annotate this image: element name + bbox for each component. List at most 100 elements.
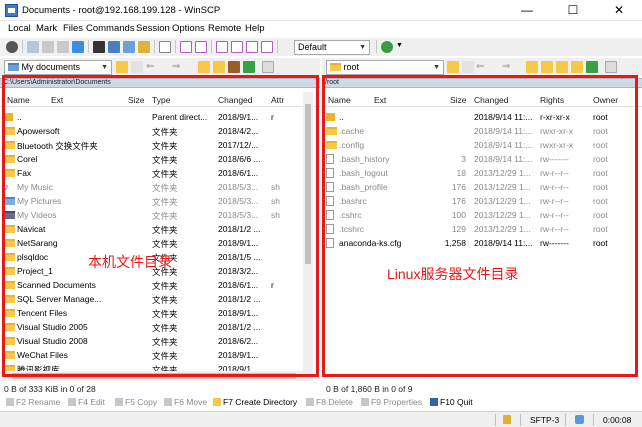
edit-button[interactable]: F4 Edit [68,397,105,407]
right-location-value: root [343,62,360,72]
unselect-files-icon[interactable] [195,41,207,53]
right-panel-toolbar: root ▼ ⇐ ⇒ [322,58,642,76]
view-icon[interactable] [159,41,171,53]
invert-selection-icon[interactable] [231,41,243,53]
home-icon[interactable] [228,61,240,73]
copy-icon [115,398,123,406]
back-icon[interactable]: ⇐ [146,61,154,72]
menu-help[interactable]: Help [245,23,265,34]
menu-commands[interactable]: Commands [86,23,135,34]
terminal-icon[interactable] [93,41,105,53]
connection-icon [575,415,584,424]
protocol-indicator: SFTP-3 [530,415,560,425]
home-icon[interactable] [556,61,568,73]
find-files-icon[interactable] [262,61,274,73]
session-icon[interactable] [123,41,135,53]
winscp-app-icon [5,4,18,17]
forward-icon[interactable]: ⇒ [502,61,510,72]
minimize-button[interactable]: — [504,0,550,21]
remote-annotation-frame [322,75,638,377]
function-key-bar: F2 Rename F4 Edit F5 Copy F6 Move F7 Cre… [0,396,642,410]
window-title: Documents - root@192.168.199.128 - WinSC… [22,5,221,16]
parent-directory-icon[interactable] [526,61,538,73]
menu-files[interactable]: Files [63,23,83,34]
select-all-icon[interactable] [246,41,258,53]
left-panel-status: 0 B of 333 KiB in 0 of 28 [4,384,96,394]
status-bar: SFTP-3 0:00:08 [0,411,642,427]
refresh-icon[interactable] [586,61,598,73]
filter-icon[interactable] [216,41,228,53]
rename-button[interactable]: F2 Rename [6,397,60,407]
move-button[interactable]: F6 Move [164,397,207,407]
open-directory-icon[interactable] [447,61,459,73]
chevron-down-icon[interactable]: ▼ [396,42,403,49]
title-bar: Documents - root@192.168.199.128 - WinSC… [0,0,642,21]
preferences-icon[interactable] [138,41,150,53]
gear-icon[interactable] [6,41,18,53]
left-location-dropdown[interactable]: My documents ▼ [4,60,112,75]
chevron-down-icon: ▼ [101,64,108,71]
edit-icon [68,398,76,406]
status-divider [520,414,521,426]
menu-mark[interactable]: Mark [36,23,57,34]
forward-icon[interactable]: ⇒ [172,61,180,72]
delete-icon [306,398,314,406]
status-divider [495,414,496,426]
filter-icon[interactable] [462,61,474,73]
refresh-icon[interactable] [243,61,255,73]
root-directory-icon[interactable] [541,61,553,73]
quit-button[interactable]: F10 Quit [430,397,473,407]
parent-directory-icon[interactable] [198,61,210,73]
move-icon [164,398,172,406]
left-location-value: My documents [21,62,81,72]
toolbar-separator [154,40,155,53]
create-directory-button[interactable]: F7 Create Directory [213,397,297,407]
toolbar-separator [211,40,212,53]
status-divider [565,414,566,426]
close-button[interactable]: ✕ [596,0,642,21]
delete-button[interactable]: F8 Delete [306,397,353,407]
folder-icon [330,63,341,71]
transfer-options-icon[interactable] [381,41,393,53]
menu-session[interactable]: Session [136,23,170,34]
local-annotation-label: 本机文件目录 [88,254,172,270]
properties-icon [361,398,369,406]
lock-icon [503,415,511,424]
compare-directories-icon[interactable] [27,41,39,53]
bookmark-icon[interactable] [571,61,583,73]
toolbar-separator [22,40,23,53]
select-files-icon[interactable] [180,41,192,53]
synchronize-icon[interactable] [42,41,54,53]
queue-icon[interactable] [72,41,84,53]
root-directory-icon[interactable] [213,61,225,73]
toolbar-separator [376,40,377,53]
back-icon[interactable]: ⇐ [476,61,484,72]
sync-browse-icon[interactable] [57,41,69,53]
filter-icon[interactable] [131,61,143,73]
chevron-down-icon: ▼ [433,64,440,71]
toolbar-separator [277,40,278,53]
toolbar-separator [175,40,176,53]
create-directory-icon [213,398,221,406]
rename-icon [6,398,14,406]
right-panel-status: 0 B of 1,860 B in 0 of 9 [326,384,413,394]
quit-icon [430,398,438,406]
find-files-icon[interactable] [605,61,617,73]
maximize-button[interactable]: ☐ [550,0,596,21]
menu-remote[interactable]: Remote [208,23,241,34]
documents-folder-icon [8,63,19,71]
local-annotation-frame [2,75,319,377]
menu-local[interactable]: Local [8,23,31,34]
menu-bar: Local Mark Files Commands Session Option… [0,21,642,38]
right-location-dropdown[interactable]: root ▼ [326,60,444,75]
main-toolbar: Default ▼ ▼ [0,38,642,56]
remote-annotation-label: Linux服务器文件目录 [387,266,519,282]
putty-icon[interactable] [108,41,120,53]
menu-options[interactable]: Options [172,23,205,34]
transfer-settings-dropdown[interactable]: Default ▼ [294,40,370,55]
clear-selection-icon[interactable] [261,41,273,53]
copy-button[interactable]: F5 Copy [115,397,157,407]
left-panel-toolbar: My documents ▼ ⇐ ⇒ [0,58,320,76]
properties-button[interactable]: F9 Properties [361,397,422,407]
open-directory-icon[interactable] [116,61,128,73]
